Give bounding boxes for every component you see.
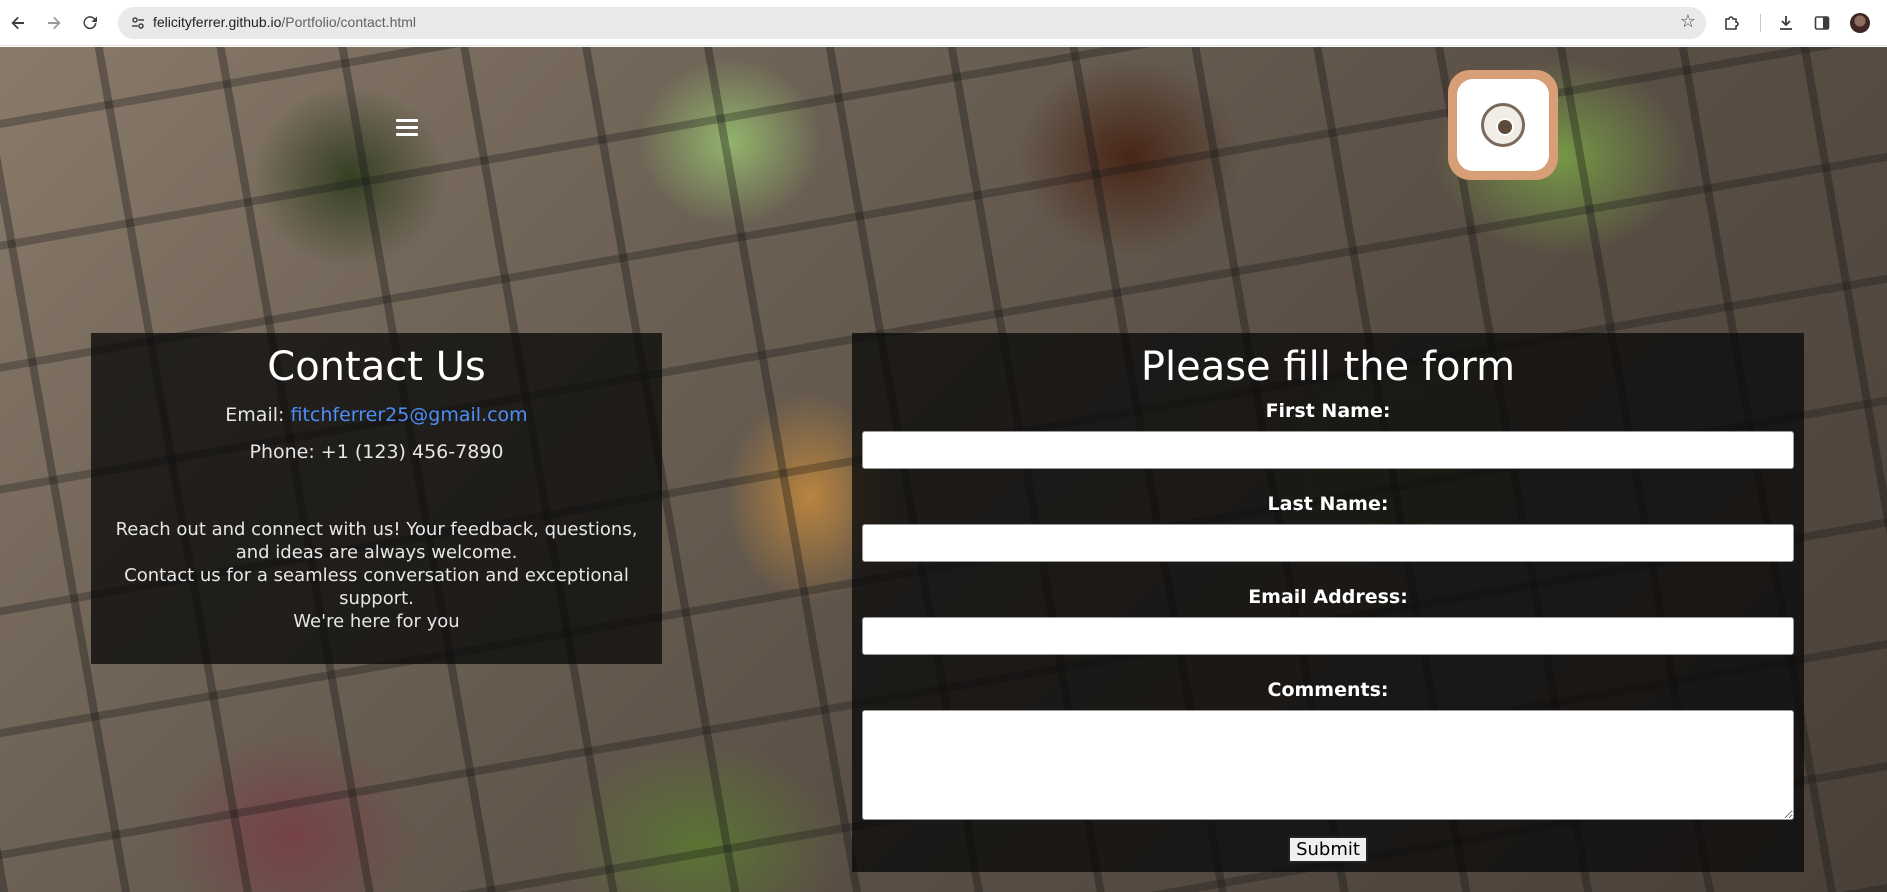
contact-message-line-3: We're here for you: [293, 611, 460, 632]
contact-email-line: Email: fitchferrer25@gmail.com: [91, 402, 662, 428]
download-icon[interactable]: [1772, 9, 1800, 37]
forward-arrow-icon[interactable]: [40, 9, 68, 37]
form-title: Please fill the form: [1140, 344, 1516, 390]
contact-title: Contact Us: [267, 344, 486, 390]
site-info-icon[interactable]: [128, 13, 148, 33]
last-name-label: Last Name:: [1267, 493, 1389, 515]
hamburger-menu-icon[interactable]: [392, 115, 422, 139]
logo-inner: [1457, 79, 1549, 171]
side-panel-icon[interactable]: [1808, 9, 1836, 37]
contact-message-line-2: Contact us for a seamless conversation a…: [124, 565, 629, 609]
email-address-input[interactable]: [862, 617, 1794, 655]
url-text: felicityferrer.github.io/Portfolio/conta…: [153, 14, 417, 30]
contact-message-line-1: Reach out and connect with us! Your feed…: [115, 519, 638, 563]
contact-form: Please fill the form First Name: Last Na…: [852, 333, 1804, 872]
contact-phone: Phone: +1 (123) 456-7890: [249, 441, 504, 463]
reload-icon[interactable]: [76, 9, 104, 37]
star-icon[interactable]: ☆: [1680, 11, 1696, 32]
donut-logo-icon: [1481, 103, 1525, 147]
comments-label: Comments:: [1267, 679, 1389, 701]
back-arrow-icon[interactable]: [4, 9, 32, 37]
first-name-label: First Name:: [1265, 400, 1391, 422]
email-address-label: Email Address:: [1248, 586, 1408, 608]
comments-textarea[interactable]: [862, 710, 1794, 820]
submit-button[interactable]: Submit: [1288, 836, 1368, 863]
browser-toolbar: felicityferrer.github.io/Portfolio/conta…: [0, 0, 1887, 46]
email-link[interactable]: fitchferrer25@gmail.com: [290, 404, 527, 426]
email-label: Email:: [225, 404, 285, 426]
site-logo[interactable]: [1448, 70, 1558, 180]
page-background: Contact Us Email: fitchferrer25@gmail.co…: [0, 47, 1887, 892]
puzzle-icon[interactable]: [1718, 9, 1746, 37]
profile-avatar[interactable]: [1850, 13, 1870, 33]
contact-panel: Contact Us Email: fitchferrer25@gmail.co…: [91, 333, 662, 664]
toolbar-divider: [1760, 14, 1761, 32]
last-name-input[interactable]: [862, 524, 1794, 562]
contact-message: Reach out and connect with us! Your feed…: [91, 518, 662, 633]
address-bar[interactable]: felicityferrer.github.io/Portfolio/conta…: [118, 7, 1706, 39]
first-name-input[interactable]: [862, 431, 1794, 469]
